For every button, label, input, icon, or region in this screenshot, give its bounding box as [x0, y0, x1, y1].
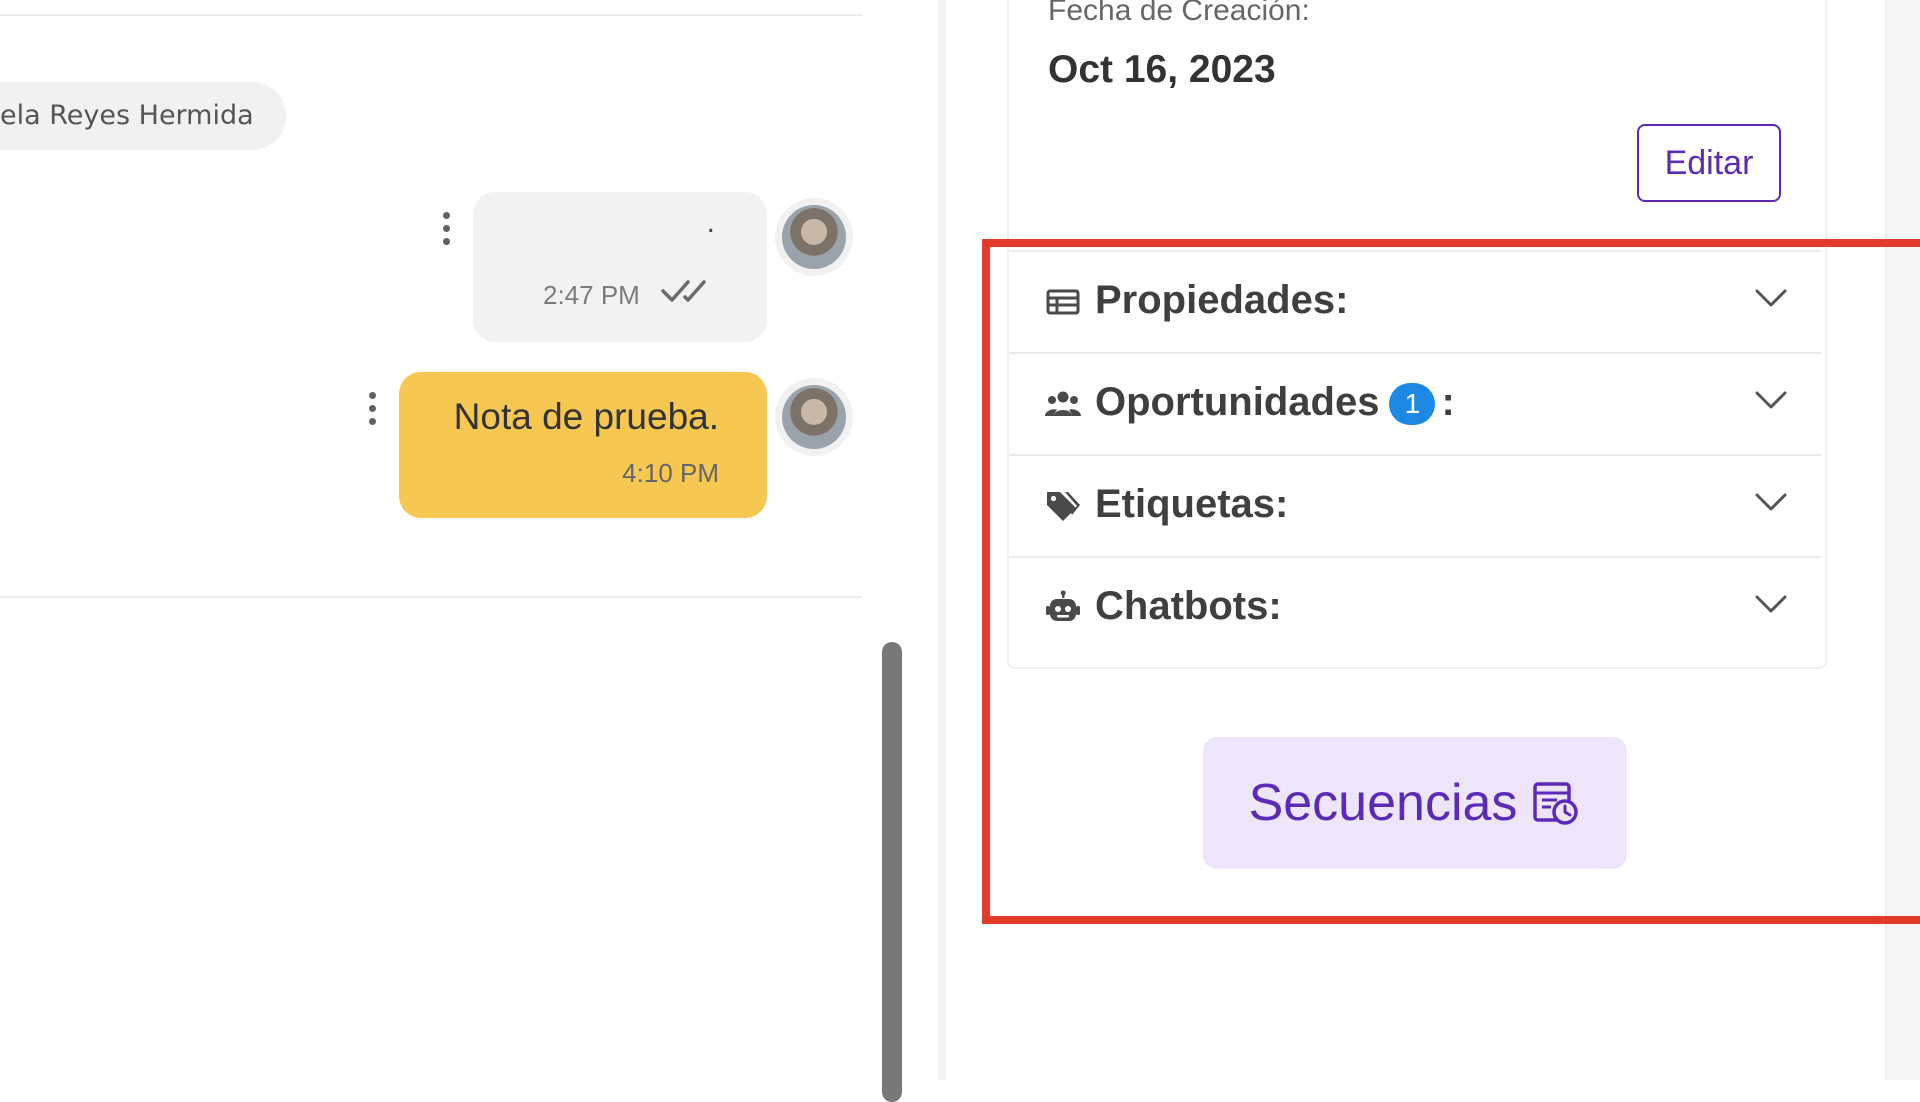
chevron-down-icon[interactable] [1755, 492, 1787, 512]
sequences-label: Secuencias [1248, 774, 1518, 832]
double-check-icon [661, 280, 706, 302]
system-message-pill: ela Reyes Hermida [0, 82, 286, 150]
chat-divider [0, 596, 862, 598]
avatar [775, 378, 853, 456]
tags-icon [1047, 492, 1080, 521]
section-oportunidades[interactable]: Oportunidades 1: [1009, 352, 1821, 454]
section-title-text: Oportunidades [1095, 380, 1380, 424]
robot-icon [1046, 590, 1080, 621]
message-text: . [706, 206, 715, 239]
message-time: 2:47 PM [543, 280, 640, 310]
avatar [775, 198, 853, 276]
section-propiedades[interactable]: Propiedades: [1009, 250, 1821, 352]
chevron-down-icon[interactable] [1755, 288, 1787, 308]
chevron-down-icon[interactable] [1755, 390, 1787, 410]
panel-divider [938, 0, 946, 1080]
users-icon [1045, 391, 1081, 416]
system-message-text: ela Reyes Hermida [0, 100, 254, 131]
section-title: Oportunidades 1: [1095, 380, 1455, 426]
note-bubble[interactable]: Nota de prueba. 4:10 PM [399, 372, 767, 518]
section-chatbots[interactable]: Chatbots: [1009, 556, 1821, 662]
chat-top-divider [0, 14, 862, 16]
calendar-clock-icon [1533, 782, 1579, 825]
right-edge-strip [1885, 0, 1920, 1080]
message-options-icon[interactable] [369, 392, 377, 425]
count-badge: 1 [1389, 383, 1436, 426]
section-etiquetas[interactable]: Etiquetas: [1009, 454, 1821, 556]
chevron-down-icon[interactable] [1755, 594, 1787, 614]
section-title: Propiedades: [1095, 278, 1349, 322]
message-bubble[interactable]: . 2:47 PM [473, 192, 767, 342]
creation-date-label: Fecha de Creación: [1048, 0, 1310, 27]
scrollbar-thumb[interactable] [882, 642, 902, 1102]
message-options-icon[interactable] [443, 212, 451, 245]
note-text: Nota de prueba. [453, 396, 719, 437]
creation-date-value: Oct 16, 2023 [1048, 48, 1276, 91]
section-title-suffix: : [1441, 380, 1455, 424]
sequences-button[interactable]: Secuencias [1203, 737, 1627, 869]
table-icon [1046, 289, 1080, 315]
section-title: Chatbots: [1095, 584, 1282, 628]
section-title: Etiquetas: [1095, 482, 1289, 526]
edit-button[interactable]: Editar [1637, 124, 1781, 202]
note-time: 4:10 PM [622, 458, 719, 488]
